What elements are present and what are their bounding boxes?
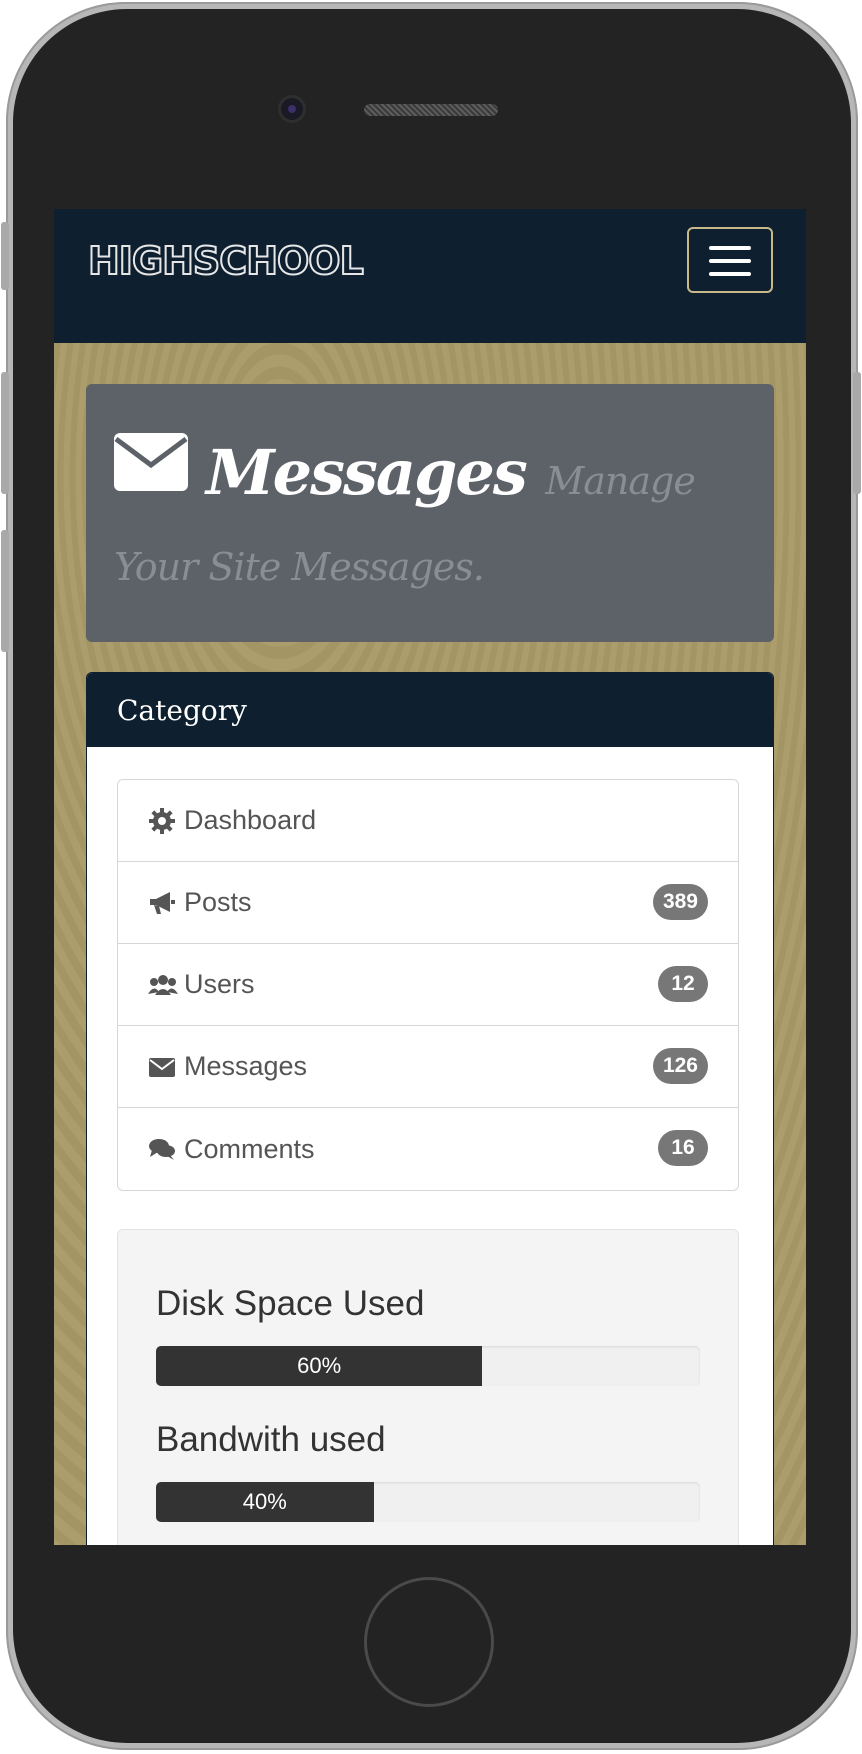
power-button	[853, 372, 861, 494]
list-item-label: Users	[184, 969, 255, 999]
bandwidth-progress-bar: 40%	[156, 1482, 374, 1522]
count-badge: 389	[652, 884, 708, 920]
envelope-icon	[114, 431, 188, 509]
mute-switch	[1, 222, 9, 290]
list-item-label: Dashboard	[184, 805, 317, 835]
bandwidth-progress: 40%	[156, 1482, 700, 1522]
list-item-label: Posts	[184, 887, 252, 917]
panel-heading: Category	[87, 673, 773, 747]
category-list: Dashboard Posts 389 Users 12 Messages 12…	[117, 779, 739, 1191]
hamburger-icon	[709, 272, 751, 276]
menu-toggle-button[interactable]	[687, 227, 773, 293]
volume-down-button	[1, 530, 9, 652]
list-item-users[interactable]: Users 12	[118, 944, 738, 1026]
users-icon	[148, 971, 178, 999]
hamburger-icon	[709, 246, 751, 250]
count-badge: 126	[652, 1048, 708, 1084]
page-title-text: Messages	[206, 436, 528, 509]
home-button[interactable]	[364, 1577, 494, 1707]
list-item-messages[interactable]: Messages 126	[118, 1026, 738, 1108]
navbar: HIGHSCHOOL	[54, 209, 806, 343]
brand-logo[interactable]: HIGHSCHOOL	[87, 238, 365, 284]
list-item-comments[interactable]: Comments 16	[118, 1108, 738, 1190]
gear-icon	[148, 807, 176, 835]
volume-up-button	[1, 372, 9, 494]
category-panel: Category Dashboard Posts 389 Users 12 Me…	[86, 672, 774, 1545]
disk-progress-bar: 60%	[156, 1346, 483, 1386]
count-badge: 12	[658, 966, 708, 1002]
list-item-posts[interactable]: Posts 389	[118, 862, 738, 944]
list-item-dashboard[interactable]: Dashboard	[118, 780, 738, 862]
comments-icon	[148, 1135, 176, 1163]
stat-label-disk: Disk Space Used	[156, 1284, 425, 1323]
list-item-label: Comments	[184, 1133, 315, 1164]
screen: HIGHSCHOOL Messages Manage Your Site Mes…	[54, 209, 806, 1545]
disk-progress: 60%	[156, 1346, 700, 1386]
stat-label-bandwidth: Bandwith used	[156, 1420, 386, 1459]
list-item-label: Messages	[184, 1051, 308, 1081]
speaker-grille	[364, 104, 498, 116]
envelope-icon	[148, 1053, 176, 1081]
hamburger-icon	[709, 259, 751, 263]
camera-icon	[281, 98, 303, 120]
count-badge: 16	[658, 1130, 708, 1166]
usage-stats: Disk Space Used 60% Bandwith used 40%	[117, 1229, 739, 1545]
bullhorn-icon	[148, 889, 176, 917]
page-header: Messages Manage Your Site Messages.	[86, 384, 774, 642]
page-title: Messages Manage Your Site Messages.	[114, 431, 754, 606]
